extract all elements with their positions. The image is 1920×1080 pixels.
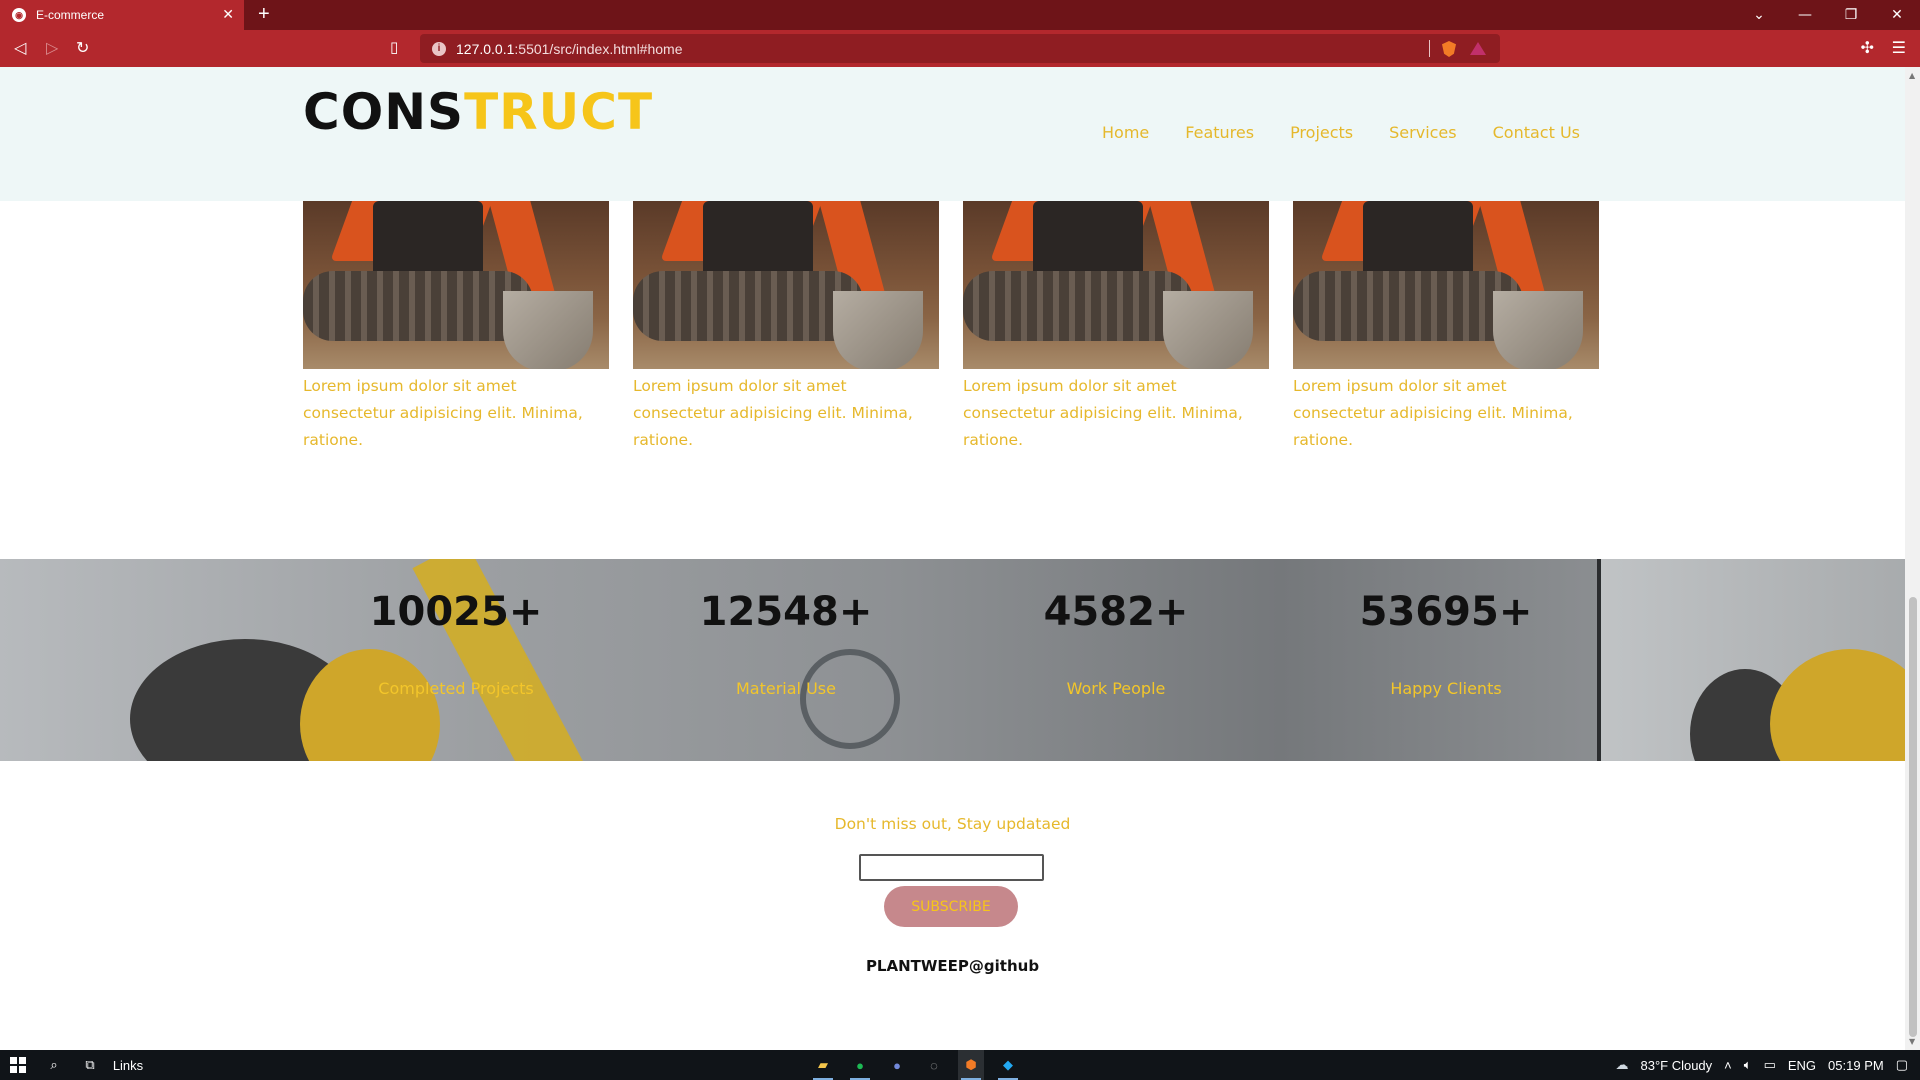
- stat-number: 10025+: [369, 589, 543, 635]
- volume-icon[interactable]: 🔈︎: [1744, 1057, 1752, 1073]
- scroll-up-icon[interactable]: ▲: [1909, 71, 1915, 80]
- project-card: Lorem ipsum dolor sit amet consectetur a…: [1293, 201, 1599, 454]
- scroll-down-icon[interactable]: ▼: [1909, 1037, 1915, 1046]
- search-icon[interactable]: ⌕: [42, 1050, 66, 1080]
- site-info-icon[interactable]: i: [432, 41, 446, 56]
- address-bar[interactable]: i 127.0.0.1:5501/src/index.html#home: [420, 34, 1500, 63]
- taskbar: ⌕ ⧉ Links ▰ ● ● ◌ ⬢ ◆ ☁ 83°F Cloudy ˄ 🔈︎…: [0, 1050, 1920, 1080]
- project-card: Lorem ipsum dolor sit amet consectetur a…: [303, 201, 609, 454]
- extensions-icon[interactable]: ✣: [1861, 38, 1874, 57]
- main-nav: Home Features Projects Services Contact …: [1102, 123, 1580, 142]
- menu-icon[interactable]: ☰: [1892, 38, 1906, 57]
- window-controls: ⌄ — ❐ ✕: [1736, 0, 1920, 30]
- reload-icon[interactable]: ↻: [76, 38, 89, 58]
- nav-projects[interactable]: Projects: [1290, 123, 1353, 142]
- browser-tab-bar: ◉ E-commerce ✕ + ⌄ — ❐ ✕: [0, 0, 1920, 30]
- excavator-image: [1293, 201, 1599, 369]
- brave-browser-icon[interactable]: ⬢: [958, 1050, 984, 1080]
- discord-icon[interactable]: ●: [884, 1050, 910, 1080]
- browser-tab[interactable]: ◉ E-commerce ✕: [0, 0, 244, 30]
- close-window-button[interactable]: ✕: [1874, 7, 1920, 23]
- project-description: Lorem ipsum dolor sit amet consectetur a…: [1293, 377, 1573, 449]
- bookmark-icon[interactable]: ▯: [390, 38, 398, 56]
- brave-shields-icon[interactable]: [1442, 41, 1456, 57]
- subscribe-button[interactable]: SUBSCRIBE: [884, 886, 1018, 927]
- language-indicator[interactable]: ENG: [1788, 1058, 1816, 1073]
- stat-label: Completed Projects: [378, 679, 534, 698]
- project-description: Lorem ipsum dolor sit amet consectetur a…: [303, 377, 583, 449]
- page-scrollbar[interactable]: ▲ ▼: [1905, 67, 1920, 1050]
- stat-label: Happy Clients: [1390, 679, 1502, 698]
- excavator-image: [963, 201, 1269, 369]
- url-host: 127.0.0.1: [456, 40, 515, 57]
- excavator-image: [633, 201, 939, 369]
- stat-number: 53695+: [1359, 589, 1533, 635]
- subscribe-email-input[interactable]: [859, 854, 1044, 881]
- footer-credit: PLANTWEEP@github: [865, 957, 1040, 975]
- back-icon[interactable]: ◁: [14, 38, 26, 58]
- stat-label: Material Use: [736, 679, 836, 698]
- cloud-icon[interactable]: ☁: [1615, 1057, 1628, 1073]
- network-icon[interactable]: ▭: [1764, 1057, 1776, 1073]
- url-path: :5501/src/index.html#home: [514, 40, 683, 57]
- links-toolbar[interactable]: Links: [110, 1050, 146, 1080]
- brave-rewards-icon[interactable]: [1470, 42, 1486, 55]
- spotify-icon[interactable]: ●: [847, 1050, 873, 1080]
- project-description: Lorem ipsum dolor sit amet consectetur a…: [963, 377, 1243, 449]
- address-divider: [1429, 40, 1430, 57]
- nav-contact-us[interactable]: Contact Us: [1493, 123, 1580, 142]
- vscode-icon[interactable]: ◆: [995, 1050, 1021, 1080]
- start-button[interactable]: [8, 1050, 28, 1080]
- windows-icon: [10, 1057, 26, 1073]
- forward-icon[interactable]: ▷: [46, 38, 58, 58]
- tab-title: E-commerce: [36, 8, 105, 22]
- stat-number: 4582+: [1043, 589, 1189, 635]
- logo-part-dark: CONS: [303, 83, 465, 141]
- project-card: Lorem ipsum dolor sit amet consectetur a…: [963, 201, 1269, 454]
- globe-icon: ◉: [12, 8, 26, 22]
- clock[interactable]: 05:19 PM: [1828, 1058, 1884, 1073]
- subscribe-title: Don't miss out, Stay updataed: [834, 815, 1071, 833]
- scrollbar-thumb[interactable]: [1909, 597, 1917, 1037]
- logo-part-yellow: TRUCT: [464, 83, 654, 141]
- tab-search-icon[interactable]: ⌄: [1736, 7, 1782, 23]
- excavator-image: [303, 201, 609, 369]
- file-explorer-icon[interactable]: ▰: [810, 1050, 836, 1080]
- nav-home[interactable]: Home: [1102, 123, 1149, 142]
- system-tray: ☁ 83°F Cloudy ˄ 🔈︎ ▭ ENG 05:19 PM ▢: [1615, 1050, 1920, 1080]
- github-desktop-icon[interactable]: ◌: [921, 1050, 947, 1080]
- new-tab-button[interactable]: +: [258, 4, 270, 24]
- stat-label: Work People: [1066, 679, 1166, 698]
- projects-grid: Lorem ipsum dolor sit amet consectetur a…: [303, 201, 1599, 454]
- stats-section: 10025+ Completed Projects 12548+ Materia…: [0, 559, 1905, 761]
- site-logo[interactable]: CONSTRUCT: [303, 83, 653, 141]
- nav-features[interactable]: Features: [1185, 123, 1254, 142]
- url-text[interactable]: 127.0.0.1:5501/src/index.html#home: [456, 41, 682, 57]
- browser-toolbar: ◁ ▷ ↻ ▯ i 127.0.0.1:5501/src/index.html#…: [0, 30, 1920, 67]
- project-card: Lorem ipsum dolor sit amet consectetur a…: [633, 201, 939, 454]
- chevron-up-icon[interactable]: ˄: [1724, 1058, 1732, 1073]
- weather-text[interactable]: 83°F Cloudy: [1640, 1058, 1712, 1073]
- restore-button[interactable]: ❐: [1828, 7, 1874, 23]
- stat-number: 12548+: [699, 589, 873, 635]
- nav-services[interactable]: Services: [1389, 123, 1456, 142]
- page-viewport: Lorem ipsum dolor sit amet consectetur a…: [0, 67, 1905, 1050]
- tab-close-icon[interactable]: ✕: [222, 7, 234, 21]
- minimize-button[interactable]: —: [1782, 7, 1828, 23]
- site-header: CONSTRUCT Home Features Projects Service…: [0, 67, 1905, 201]
- notifications-icon[interactable]: ▢: [1896, 1057, 1908, 1073]
- task-view-icon[interactable]: ⧉: [78, 1050, 102, 1080]
- project-description: Lorem ipsum dolor sit amet consectetur a…: [633, 377, 913, 449]
